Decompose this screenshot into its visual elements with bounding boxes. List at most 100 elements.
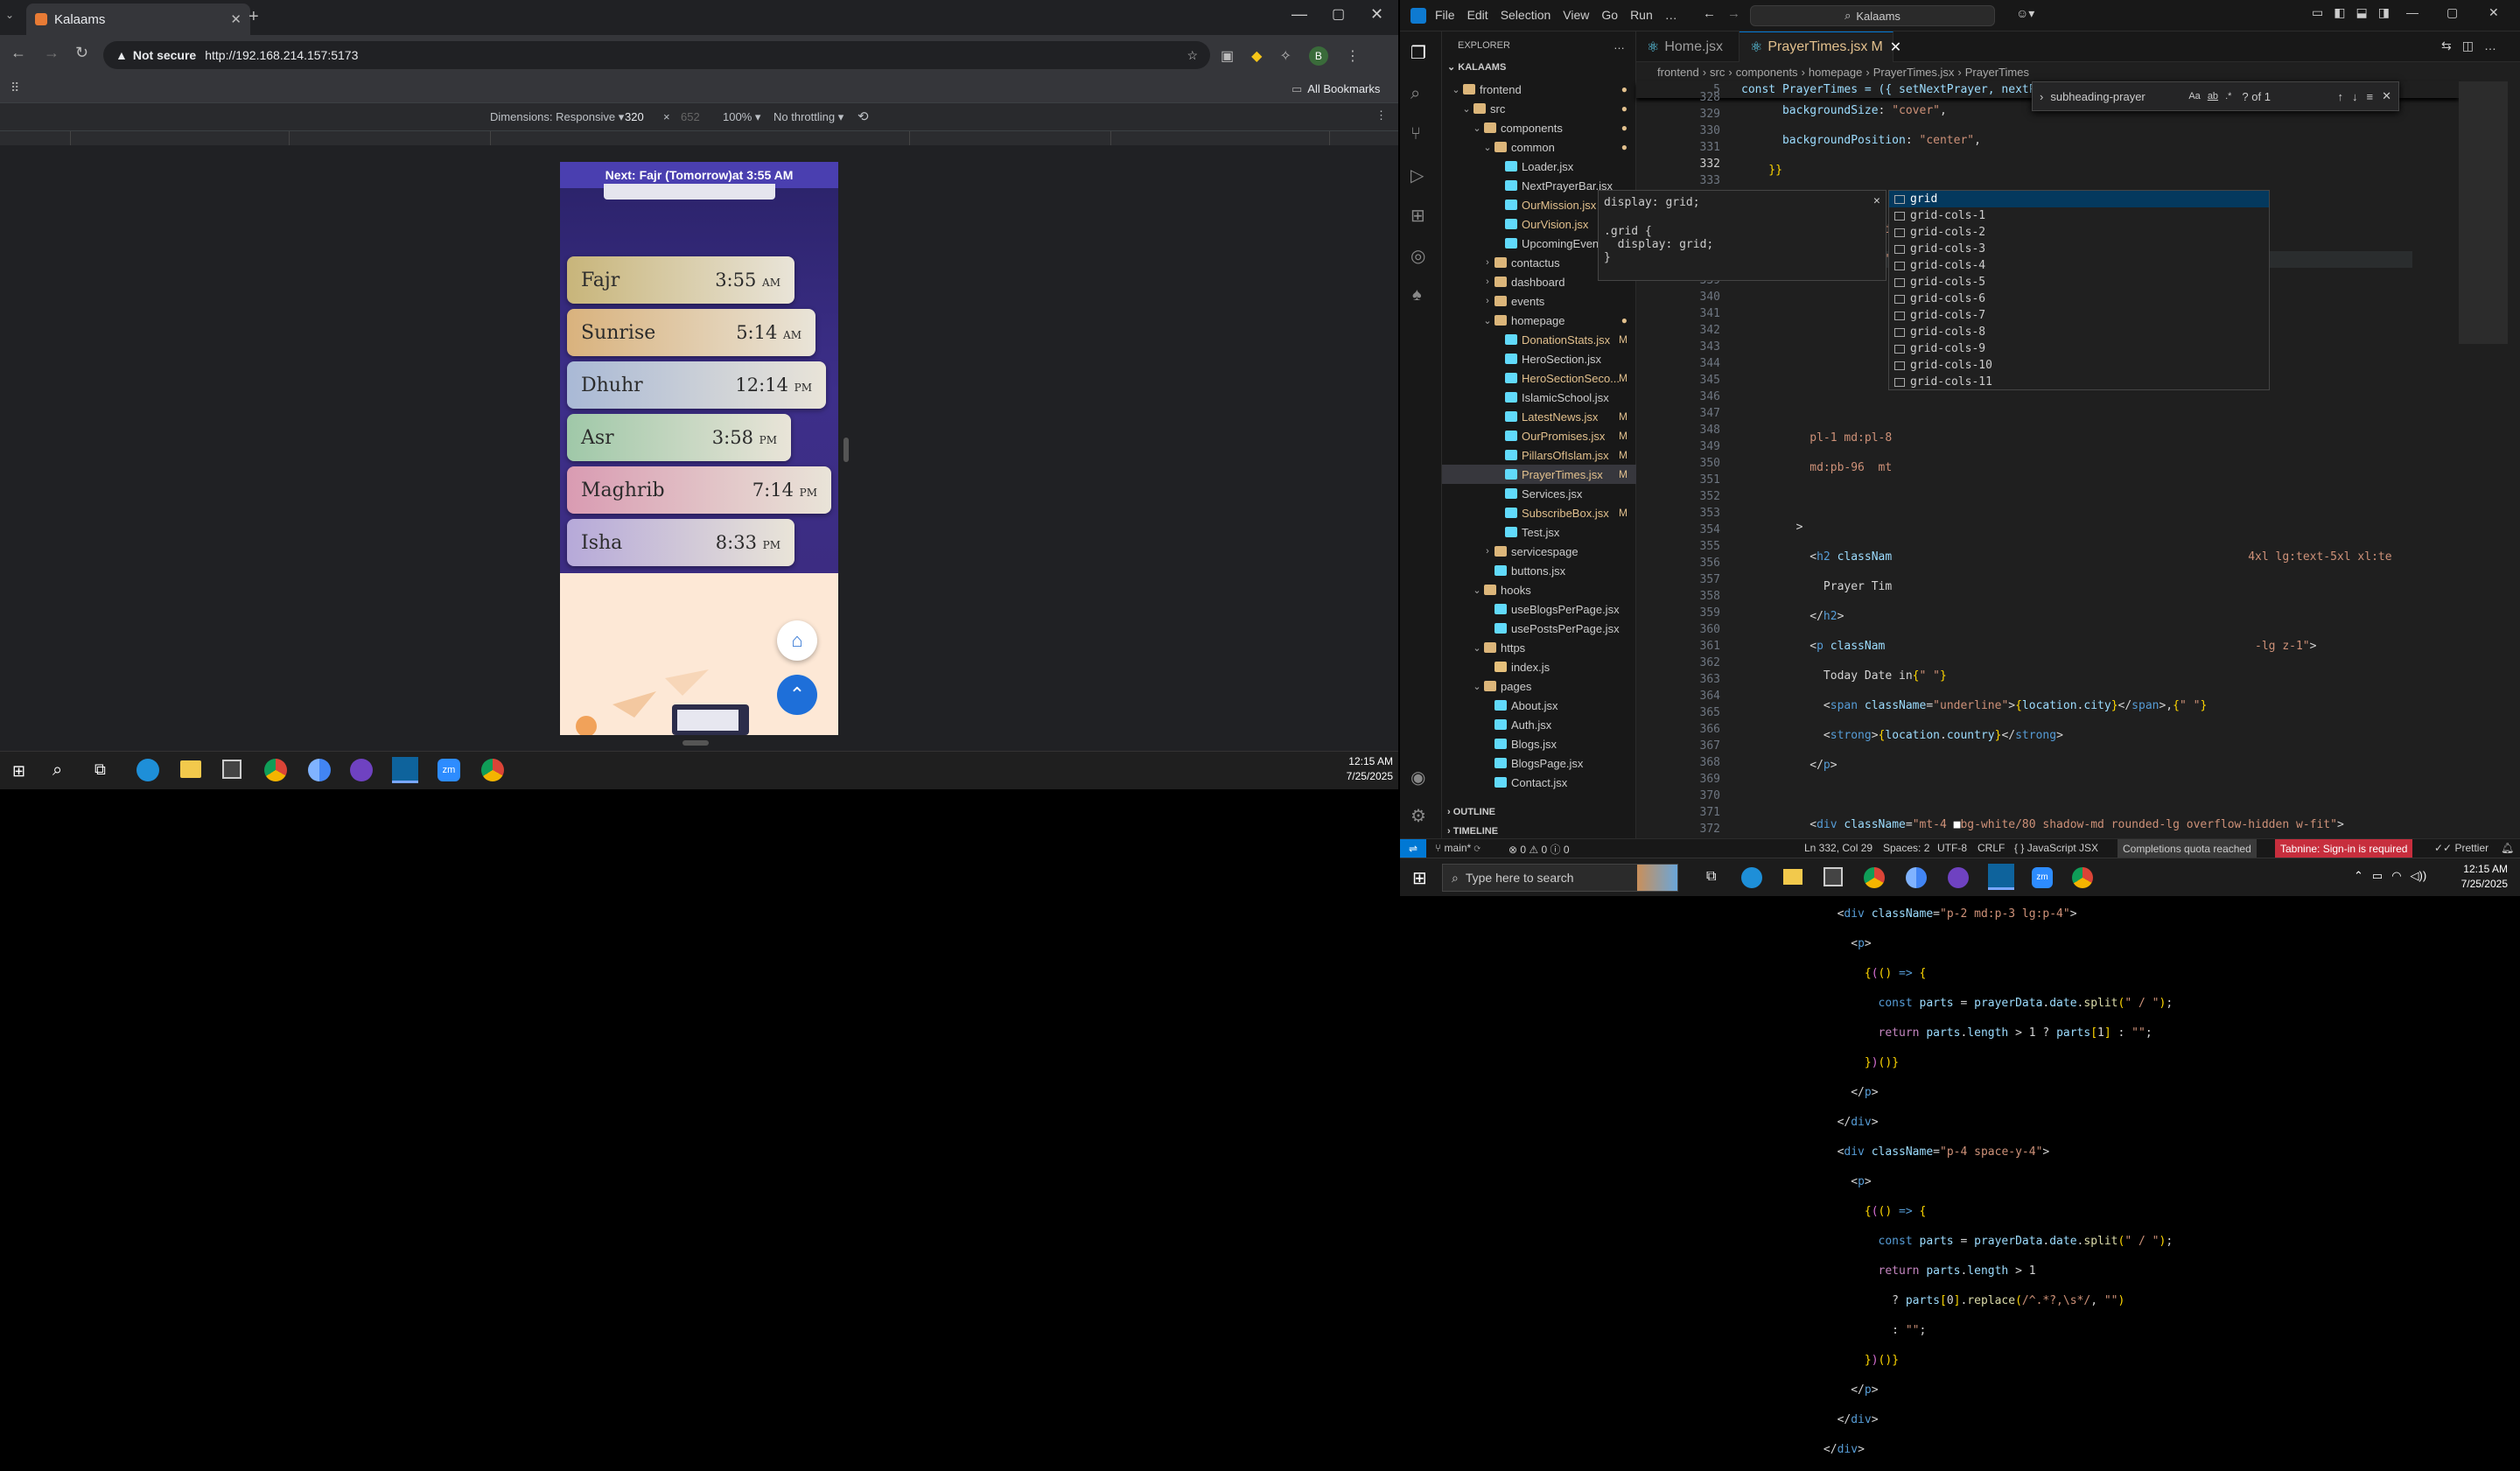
explorer-more-icon[interactable]: … — [1614, 39, 1625, 52]
file-item[interactable]: PrayerTimes.jsx M — [1442, 465, 1636, 484]
menu-item[interactable]: … — [1665, 8, 1677, 22]
tabnine-status[interactable]: Tabnine: Sign-in is required — [2275, 839, 2413, 858]
puzzle-icon[interactable]: ✧ — [1279, 47, 1291, 65]
layout-icon[interactable]: ▭ — [2312, 5, 2323, 20]
extension-icon[interactable]: ▣ — [1221, 47, 1234, 65]
new-tab-icon[interactable]: + — [248, 7, 259, 27]
file-item[interactable]: About.jsx — [1442, 696, 1636, 715]
close-window-icon[interactable]: ✕ — [2488, 5, 2499, 20]
file-item[interactable]: LatestNews.jsx M — [1442, 407, 1636, 426]
dimensions-select[interactable]: Dimensions: Responsive ▾ — [490, 110, 624, 124]
more-actions-icon[interactable]: … — [2484, 39, 2496, 53]
zoom-select[interactable]: 100% ▾ — [723, 110, 760, 124]
reload-icon[interactable]: ↻ — [75, 44, 88, 62]
maximize-icon[interactable]: ▢ — [2446, 5, 2458, 20]
width-input[interactable]: 320 — [625, 110, 644, 123]
file-item[interactable]: BlogsPage.jsx — [1442, 753, 1636, 773]
github-icon[interactable] — [350, 759, 373, 781]
file-item[interactable]: Test.jsx — [1442, 522, 1636, 542]
file-item[interactable]: Auth.jsx — [1442, 715, 1636, 734]
workspace-root[interactable]: ⌄ KALAAMS — [1447, 61, 1506, 73]
suggestion-item[interactable]: grid-cols-9 — [1889, 340, 2269, 357]
close-hover-icon[interactable]: ✕ — [1873, 194, 1880, 207]
nav-back-icon[interactable]: ← — [1703, 6, 1716, 21]
folder-item[interactable]: ⌄ homepage ● — [1442, 311, 1636, 330]
address-bar[interactable]: ▲ Not secure http://192.168.214.157:5173… — [103, 41, 1210, 69]
folder-item[interactable]: ⌄ src ● — [1442, 99, 1636, 118]
prettier-status[interactable]: ✓✓ Prettier — [2434, 842, 2488, 854]
run-debug-icon[interactable]: ▷ — [1410, 165, 1424, 186]
file-item[interactable]: Services.jsx — [1442, 484, 1636, 503]
find-input[interactable]: subheading-prayer — [2050, 90, 2181, 103]
bookmark-star-icon[interactable]: ☆ — [1186, 48, 1198, 63]
height-input[interactable]: 652 — [681, 110, 700, 123]
branch-indicator[interactable]: ⑂ main* ⟳ — [1435, 842, 1480, 854]
suggestion-item[interactable]: grid-cols-7 — [1889, 307, 2269, 324]
file-item[interactable]: IslamicSchool.jsx — [1442, 388, 1636, 407]
task-view-icon[interactable]: ⧉ — [1706, 869, 1716, 885]
suggestion-item[interactable]: grid — [1889, 191, 2269, 207]
file-item[interactable]: OurPromises.jsx M — [1442, 426, 1636, 445]
menu-item[interactable]: Go — [1601, 8, 1618, 22]
settings-gear-icon[interactable]: ⚙ — [1410, 805, 1426, 827]
file-item[interactable]: usePostsPerPage.jsx — [1442, 619, 1636, 638]
store-icon[interactable] — [222, 760, 242, 779]
more-options-icon[interactable]: ⋮ — [1376, 109, 1387, 123]
menu-item[interactable]: Edit — [1467, 8, 1488, 22]
file-explorer-icon[interactable] — [180, 760, 201, 778]
tab-prayertimes[interactable]: ⚛ PrayerTimes.jsx M ✕ — [1740, 32, 1901, 62]
taskbar-search-box[interactable]: ⌕ Type here to search — [1442, 864, 1678, 892]
file-item[interactable]: SubscribeBox.jsx M — [1442, 503, 1636, 522]
edge-icon[interactable] — [136, 759, 159, 781]
windows-start-icon[interactable]: ⊞ — [12, 762, 25, 781]
explorer-icon[interactable]: ❐ — [1410, 42, 1426, 64]
suggestion-item[interactable]: grid-cols-2 — [1889, 224, 2269, 241]
folder-item[interactable]: ⌄ pages — [1442, 676, 1636, 696]
chrome-icon[interactable] — [1864, 867, 1885, 888]
command-center[interactable]: ⌕ Kalaams — [1750, 5, 1995, 26]
suggestion-item[interactable]: grid-cols-5 — [1889, 274, 2269, 291]
all-bookmarks[interactable]: ▭ All Bookmarks — [1292, 82, 1380, 96]
taskbar-clock[interactable]: 12:15 AM 7/25/2025 — [2445, 863, 2508, 890]
indentation[interactable]: Spaces: 2 — [1883, 842, 1929, 854]
close-window-icon[interactable]: ✕ — [1370, 5, 1383, 24]
regex-toggle[interactable]: .* — [2225, 91, 2231, 102]
apps-icon[interactable]: ⠿ — [10, 81, 19, 95]
compare-icon[interactable]: ⇆ — [2441, 39, 2452, 53]
secondary-sidebar-icon[interactable]: ◨ — [2378, 5, 2390, 20]
match-case-toggle[interactable]: Aa — [2188, 91, 2200, 102]
account-icon[interactable]: ◉ — [1410, 767, 1425, 788]
wifi-icon[interactable]: ◠ — [2391, 869, 2401, 883]
rotate-icon[interactable]: ⟲ — [858, 109, 869, 124]
minimize-icon[interactable]: — — [2406, 5, 2418, 19]
problems-indicator[interactable]: ⊗ 0 ⚠ 0 ⓘ 0 — [1508, 842, 1570, 857]
suggestion-item[interactable]: grid-cols-4 — [1889, 257, 2269, 274]
folder-item[interactable]: › servicespage — [1442, 542, 1636, 561]
sidebar-toggle-icon[interactable]: ◧ — [2334, 5, 2345, 20]
remote-indicator[interactable]: ⇌ — [1400, 839, 1426, 858]
menu-item[interactable]: Run — [1630, 8, 1653, 22]
chrome-icon[interactable] — [2072, 867, 2093, 888]
search-icon[interactable]: ⌕ — [1410, 84, 1420, 104]
find-in-selection-icon[interactable]: ≡ — [2367, 90, 2374, 103]
next-match-icon[interactable]: ↓ — [2352, 90, 2358, 103]
back-to-top-button[interactable]: ⌃ — [777, 675, 817, 715]
menu-item[interactable]: File — [1435, 8, 1455, 22]
throttle-select[interactable]: No throttling ▾ — [774, 110, 844, 124]
layout-icons[interactable]: ▭ ◧ ⬓ ◨ — [2312, 5, 2390, 20]
find-expand-icon[interactable]: › — [2040, 90, 2043, 103]
breadcrumb-item[interactable]: PrayerTimes.jsx — [1873, 66, 1955, 79]
suggestion-item[interactable]: grid-cols-8 — [1889, 324, 2269, 340]
folder-item[interactable]: ⌄ components ● — [1442, 118, 1636, 137]
breadcrumb-item[interactable]: components — [1736, 66, 1798, 79]
minimap-slider[interactable] — [2459, 81, 2508, 344]
back-icon[interactable]: ← — [10, 44, 26, 62]
resize-handle[interactable] — [844, 438, 849, 462]
search-icon[interactable]: ⌕ — [52, 760, 62, 781]
profile-avatar[interactable]: B — [1308, 46, 1328, 66]
taskbar-clock[interactable]: 12:15 AM 7/25/2025 — [1330, 755, 1393, 782]
github-icon[interactable] — [1948, 867, 1969, 888]
menu-item[interactable]: View — [1563, 8, 1589, 22]
menu-item[interactable]: Selection — [1501, 8, 1551, 22]
close-tab-icon[interactable]: ✕ — [1890, 39, 1901, 56]
